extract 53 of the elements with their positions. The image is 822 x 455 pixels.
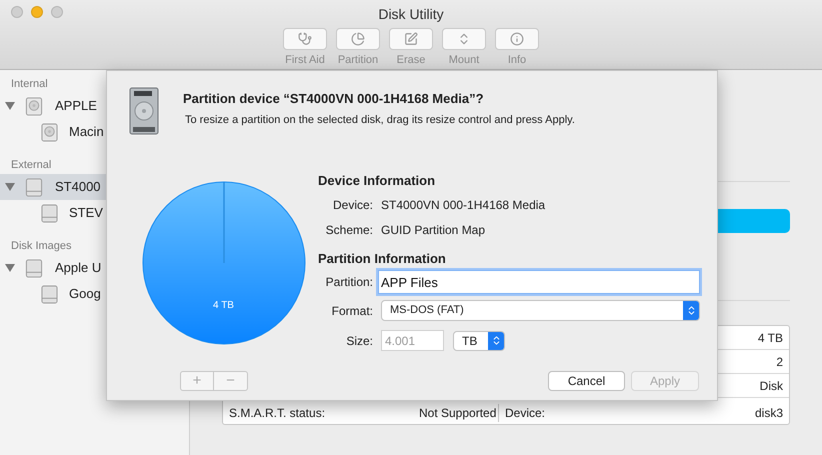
pie-icon [351, 32, 365, 46]
disk-name: Macin [69, 123, 104, 142]
drive-icon [41, 284, 58, 304]
disk-name: Goog [69, 285, 101, 304]
partition-name-field[interactable]: APP Files [378, 270, 700, 294]
disclosure-triangle-icon[interactable] [5, 183, 15, 191]
minimize-button[interactable] [31, 6, 43, 18]
disk-name: APPLE [55, 97, 97, 116]
field-label: Format: [330, 302, 373, 320]
disk-name: STEV [69, 204, 103, 222]
close-button[interactable] [11, 6, 23, 18]
field-value: ST4000VN 000-1H4168 Media [381, 196, 546, 214]
sidebar-item[interactable]: Goog [0, 281, 189, 307]
table-cell-text: 4 TB [758, 330, 783, 346]
field-label: Device: [332, 196, 373, 214]
table-cell: Not Supported [419, 404, 499, 422]
drive-icon [41, 204, 58, 222]
hard-drive-icon [41, 122, 58, 142]
drive-icon [25, 178, 43, 196]
format-select[interactable]: MS-DOS (FAT) [381, 300, 700, 321]
table-cell-text: S.M.A.R.T. status: [229, 405, 326, 422]
stethoscope-icon [298, 32, 312, 46]
disk-name: ST4000 [55, 178, 101, 196]
section-header: Disk Images [10, 239, 73, 254]
window-title: Disk Utility [378, 5, 444, 24]
hard-drive-icon [129, 87, 159, 135]
dialog-button[interactable]: Cancel [548, 371, 625, 391]
field-label: Scheme: [324, 222, 373, 238]
info-icon [510, 32, 524, 46]
dialog-message: To resize a partition on the selected disk, drag its resize control and press Apply. [185, 112, 575, 128]
drive-icon [25, 258, 43, 278]
section-header: External [10, 158, 52, 173]
table-cell-text: Disk [760, 378, 783, 394]
pie-label: 4 TB [213, 299, 234, 313]
disclosure-triangle-icon[interactable] [5, 102, 15, 110]
zoom-button[interactable] [51, 6, 63, 18]
section-heading: Device Information [318, 172, 436, 190]
pencil-icon [404, 32, 418, 46]
disk-name: Apple U [55, 259, 102, 278]
section-heading: Partition Information [318, 250, 447, 268]
disclosure-triangle-icon[interactable] [5, 264, 15, 272]
table-cell-text: disk3 [754, 405, 783, 422]
table-cell-text: Device: [504, 405, 546, 422]
dialog-title: Partition device “ST4000VN 000-1H4168 Media”? [183, 90, 485, 108]
section-header: Internal [10, 77, 49, 92]
field-value: GUID Partition Map [381, 222, 486, 238]
hard-drive-icon [25, 96, 43, 116]
sidebar-item[interactable]: Apple U [0, 255, 189, 281]
field-label: Partition: [324, 274, 373, 291]
field-label: Size: [345, 332, 373, 350]
sidebar-item[interactable]: STEV [0, 200, 189, 226]
table-cell-text: 2 [776, 354, 783, 370]
pie-chart[interactable] [142, 181, 306, 345]
